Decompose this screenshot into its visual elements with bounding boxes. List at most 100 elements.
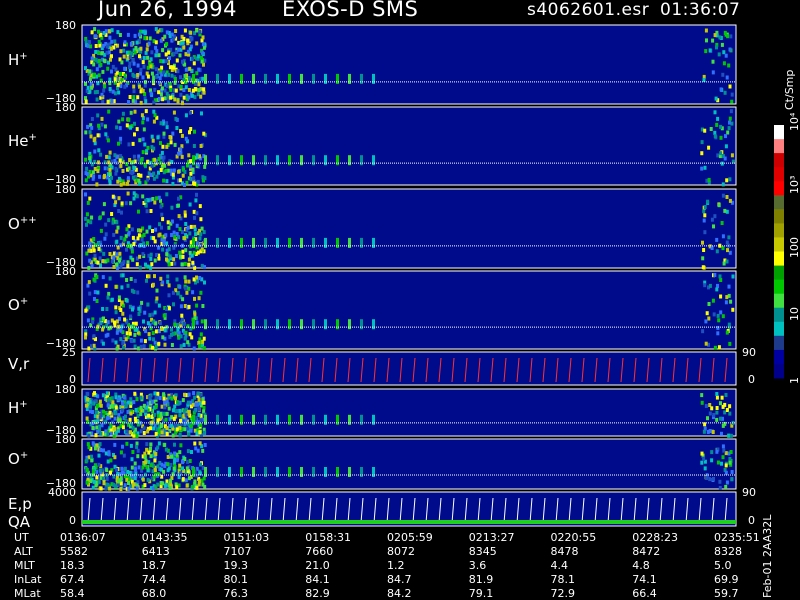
right-tick-bottom-ep-qa: 0 [748, 514, 755, 527]
spectrogram-cell [178, 425, 182, 430]
spectrogram-cell [118, 33, 122, 37]
spectrogram-cell [198, 344, 202, 349]
spectrogram-cell [84, 130, 88, 135]
spectrogram-cell [197, 82, 201, 87]
spectrogram-cell [719, 401, 722, 406]
spectrogram-cell [159, 481, 163, 485]
spectrogram-cell [154, 321, 158, 326]
spectrogram-cell [85, 458, 89, 463]
spectrogram-cell [102, 316, 105, 321]
spectrogram-cell [128, 55, 132, 60]
spectrogram-cell [372, 73, 375, 84]
spectrogram-cell [122, 181, 126, 186]
spectrogram-cell [168, 65, 172, 70]
spectrogram-cell [172, 257, 176, 262]
spectrogram-cell [161, 247, 165, 252]
panel-label-h-plus-2: H+ [8, 398, 28, 417]
spectrogram-cell [715, 395, 719, 400]
spectrogram-cell [706, 416, 709, 421]
spectrogram-cell [145, 209, 149, 214]
spectrogram-cell [166, 274, 170, 279]
spectrogram-cell [288, 237, 291, 248]
spectrogram-cell [728, 120, 731, 125]
spectrogram-cell [142, 241, 146, 246]
spectrogram-cell [90, 458, 94, 463]
spectrogram-cell [116, 397, 120, 402]
spectrogram-cell [114, 340, 118, 345]
spectrogram-cell [151, 320, 155, 325]
spectrogram-cell [183, 213, 187, 218]
spectrogram-cell [167, 50, 171, 55]
spectrogram-cell [115, 467, 119, 472]
spectrogram-cell [189, 159, 193, 164]
spectrogram-cell [146, 74, 150, 79]
spectrogram-cell [724, 300, 728, 305]
spectrogram-cell [149, 91, 153, 96]
spectrogram-cell [108, 150, 112, 155]
spectrogram-cell [144, 405, 148, 410]
spectrogram-cell [129, 411, 133, 416]
spectrogram-cell [99, 62, 103, 67]
footer-value: 8472 [632, 545, 661, 558]
spectrogram-cell [90, 85, 94, 90]
spectrogram-cell [187, 88, 191, 92]
spectrogram-cell [714, 96, 718, 101]
spectrogram-cell [710, 246, 714, 250]
spectrogram-cell [252, 155, 255, 166]
spectrogram-cell [731, 307, 735, 312]
spectrogram-cell [167, 406, 171, 411]
spectrogram-cell [728, 404, 732, 409]
spectrogram-cell [138, 84, 141, 89]
spectrogram-cell [197, 412, 201, 417]
spectrogram-cell [151, 486, 155, 491]
spectrogram-cell [198, 337, 202, 342]
spectrogram-cell [201, 35, 205, 40]
spectrogram-cell [98, 215, 102, 220]
spectrogram-cell [90, 263, 94, 268]
axis-tick-top-o-plus: 180 [55, 265, 76, 278]
spectrogram-cell [181, 40, 185, 45]
spectrogram-cell [730, 470, 734, 474]
footer-value: 8328 [714, 545, 742, 558]
footer-value: 68.0 [141, 587, 167, 600]
spectrogram-cell [128, 61, 132, 66]
footer-value: 66.4 [632, 587, 657, 600]
spectrogram-cell [720, 461, 723, 466]
spectrogram-cell [87, 346, 91, 351]
spectrogram-cell [175, 58, 179, 63]
spectrogram-cell [90, 56, 94, 61]
spectrogram-cell [97, 462, 101, 467]
spectrogram-cell [164, 168, 168, 173]
spectrogram-cell [117, 90, 121, 95]
spectrogram-cell [136, 290, 140, 295]
spectrogram-cell [181, 59, 184, 64]
spectrogram-cell [85, 166, 89, 171]
spectrogram-cell [178, 250, 182, 255]
footer-value: 74.4 [141, 573, 167, 586]
spectrogram-cell [216, 319, 219, 330]
spectrogram-cell [186, 459, 190, 464]
spectrogram-cell [203, 176, 207, 181]
spectrogram-cell [201, 448, 205, 453]
spectrogram-cell [726, 248, 729, 253]
spectrogram-cell [153, 258, 157, 263]
spectrogram-cell [162, 396, 166, 401]
spectrogram-cell [173, 77, 177, 81]
spectrogram-cell [140, 300, 144, 305]
spectrogram-cell [138, 254, 142, 259]
spectrogram-cell [126, 410, 130, 414]
spectrogram-cell [276, 319, 279, 330]
spectrogram-cell [85, 480, 89, 485]
spectrogram-cell [110, 404, 114, 408]
spectrogram-cell [159, 59, 163, 64]
spectrogram-cell [104, 222, 108, 227]
spectrogram-cell [163, 328, 167, 333]
spectrogram-cell [720, 395, 724, 400]
spectrogram-cell [114, 405, 118, 410]
spectrogram-cell [98, 256, 102, 261]
spectrogram-cell [199, 423, 203, 428]
spectrogram-cell [119, 328, 123, 333]
spectrogram-cell [719, 135, 723, 140]
spectrogram-cell [88, 196, 92, 201]
qa-bar [82, 520, 736, 524]
